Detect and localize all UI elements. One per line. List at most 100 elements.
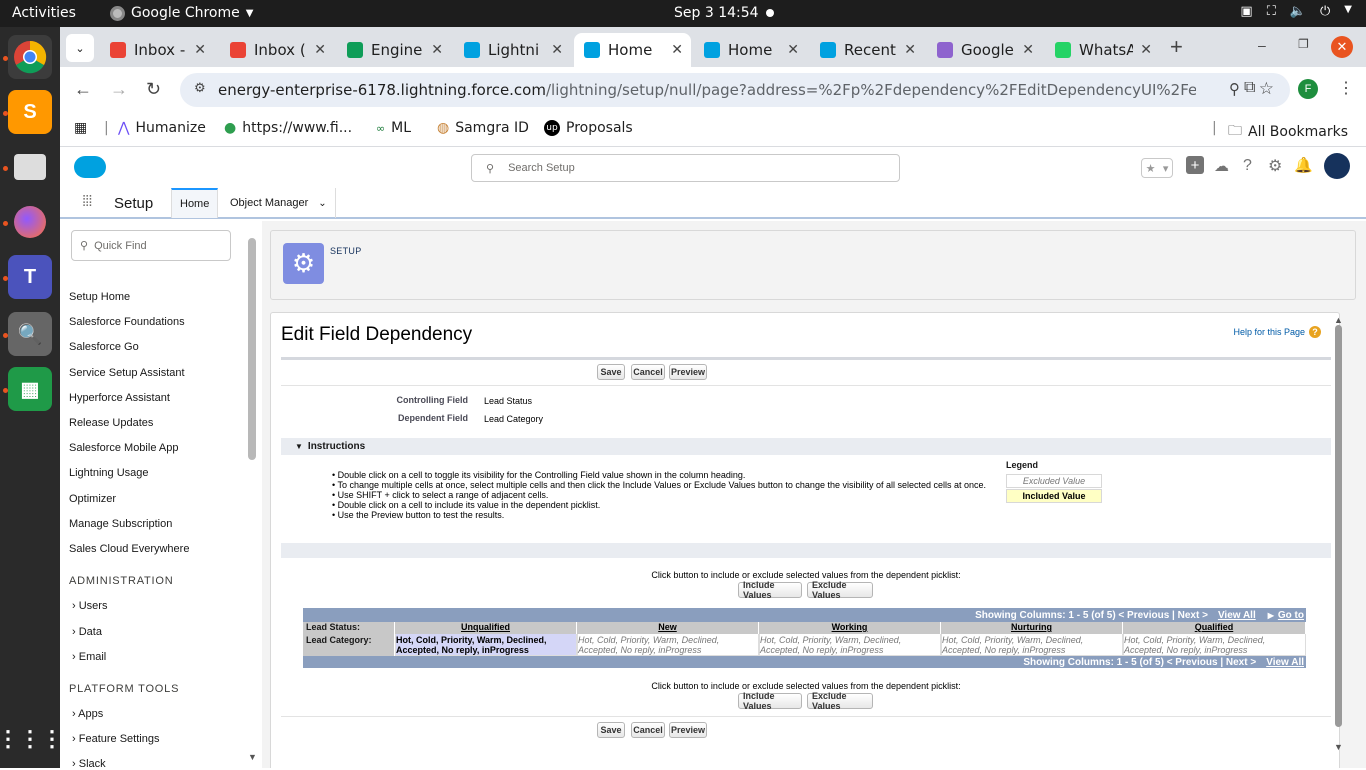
- column-header[interactable]: Working: [759, 622, 941, 634]
- include-values-button[interactable]: Include Values: [738, 580, 802, 600]
- column-header[interactable]: Nurturing: [941, 622, 1123, 634]
- files-dock-icon[interactable]: [8, 145, 52, 189]
- reload-button[interactable]: ↻: [146, 79, 161, 100]
- sidebar-scrollbar[interactable]: [248, 238, 256, 460]
- instructions-header[interactable]: ▼ Instructions: [281, 438, 1331, 455]
- close-tab-icon[interactable]: ✕: [787, 42, 799, 58]
- view-all-link[interactable]: View All: [1218, 610, 1256, 621]
- close-tab-icon[interactable]: ✕: [1022, 42, 1034, 58]
- exclude-values-button[interactable]: Exclude Values: [807, 691, 873, 711]
- browser-tab[interactable]: WhatsA ✕: [1045, 33, 1160, 67]
- close-tab-icon[interactable]: ✕: [1140, 42, 1152, 58]
- matrix-cell[interactable]: Hot, Cold, Priority, Warm, Declined, Acc…: [577, 634, 759, 656]
- profile-avatar[interactable]: F: [1298, 79, 1318, 99]
- sidebar-item[interactable]: Salesforce Go: [69, 341, 139, 353]
- content-scrollbar[interactable]: [1335, 325, 1342, 727]
- column-header[interactable]: Unqualified: [395, 622, 577, 634]
- close-tab-icon[interactable]: ✕: [431, 42, 443, 58]
- sublime-dock-icon[interactable]: S: [8, 90, 52, 134]
- bookmark-humanize[interactable]: ⋀ Humanize: [118, 120, 206, 136]
- chevron-down-icon[interactable]: ⌄: [318, 198, 326, 209]
- close-window-button[interactable]: ✕: [1331, 36, 1353, 58]
- app-launcher-icon[interactable]: ⁞⁞⁞: [82, 193, 92, 210]
- extensions-icon[interactable]: ⧉: [1244, 79, 1255, 97]
- cancel-button[interactable]: Cancel: [631, 722, 665, 738]
- volume-icon[interactable]: 🔈: [1290, 4, 1306, 19]
- more-menu-icon[interactable]: ⋮: [1338, 78, 1354, 98]
- quick-find-input[interactable]: ⚲ Quick Find: [71, 230, 231, 261]
- clock[interactable]: Sep 3 14:54: [674, 5, 759, 21]
- site-info-icon[interactable]: ⚙: [194, 81, 206, 96]
- matrix-cell[interactable]: Hot, Cold, Priority, Warm, Declined, Acc…: [1123, 634, 1306, 656]
- forward-button[interactable]: →: [110, 79, 128, 100]
- save-button[interactable]: Save: [597, 364, 625, 380]
- save-button[interactable]: Save: [597, 722, 625, 738]
- sidebar-item[interactable]: Release Updates: [69, 417, 153, 429]
- back-button[interactable]: ←: [74, 79, 92, 100]
- view-all-link[interactable]: View All: [1266, 657, 1304, 668]
- sidebar-item[interactable]: Optimizer: [69, 493, 116, 505]
- calc-dock-icon[interactable]: ▦: [8, 367, 52, 411]
- exclude-values-button[interactable]: Exclude Values: [807, 580, 873, 600]
- teams-dock-icon[interactable]: T: [8, 255, 52, 299]
- network-icon[interactable]: ⛶: [1267, 4, 1276, 19]
- cancel-button[interactable]: Cancel: [631, 364, 665, 380]
- pagination-text[interactable]: Showing Columns: 1 - 5 (of 5) < Previous…: [1023, 657, 1256, 668]
- browser-tab[interactable]: Lightni ✕: [454, 33, 571, 67]
- browser-tab[interactable]: Home ✕: [574, 33, 691, 67]
- go-to-link[interactable]: Go to: [1278, 610, 1304, 621]
- notifications-bell-icon[interactable]: 🔔: [1294, 156, 1313, 174]
- close-tab-icon[interactable]: ✕: [671, 42, 683, 58]
- help-link[interactable]: Help for this Page?: [1233, 326, 1321, 338]
- browser-tab[interactable]: Home ✕: [694, 33, 807, 67]
- close-tab-icon[interactable]: ✕: [551, 42, 563, 58]
- add-icon[interactable]: +: [1186, 156, 1204, 174]
- setup-gear-icon[interactable]: ⚙: [1268, 156, 1282, 176]
- column-header[interactable]: Qualified: [1123, 622, 1306, 634]
- matrix-cell[interactable]: Hot, Cold, Priority, Warm, Declined, Acc…: [395, 634, 577, 656]
- bookmark-samgra[interactable]: ◍ Samgra ID: [437, 120, 529, 136]
- sidebar-tree-item[interactable]: › Slack: [72, 758, 106, 770]
- sidebar-item[interactable]: Setup Home: [69, 291, 130, 303]
- tab-object-manager[interactable]: Object Manager ⌄: [222, 188, 336, 218]
- address-bar[interactable]: ⚙ energy-enterprise-6178.lightning.force…: [180, 73, 1290, 107]
- sidebar-item[interactable]: Manage Subscription: [69, 518, 172, 530]
- sidebar-item[interactable]: Hyperforce Assistant: [69, 392, 170, 404]
- sidebar-item[interactable]: Sales Cloud Everywhere: [69, 543, 189, 555]
- new-tab-button[interactable]: +: [1170, 34, 1183, 60]
- tab-home[interactable]: Home: [171, 188, 219, 218]
- preview-button[interactable]: Preview: [669, 722, 707, 738]
- star-icon[interactable]: ☆: [1259, 79, 1274, 99]
- browser-tab[interactable]: Google ✕: [927, 33, 1042, 67]
- sidebar-item[interactable]: Service Setup Assistant: [69, 367, 185, 379]
- trailhead-icon[interactable]: ☁: [1214, 157, 1229, 175]
- maximize-button[interactable]: ❐: [1298, 37, 1309, 51]
- sidebar-tree-item[interactable]: › Apps: [72, 708, 103, 720]
- sidebar-tree-item[interactable]: › Feature Settings: [72, 733, 159, 745]
- scroll-down-icon[interactable]: ▼: [248, 752, 257, 762]
- teams-tray-icon[interactable]: ▣: [1240, 4, 1252, 19]
- browser-tab[interactable]: Inbox (✕: [220, 33, 334, 67]
- bookmark-fi[interactable]: ● https://www.fi...: [224, 120, 352, 136]
- all-bookmarks[interactable]: 🗀 All Bookmarks: [1228, 120, 1348, 144]
- zoom-icon[interactable]: ⚲: [1229, 80, 1240, 98]
- app-grid-icon[interactable]: ⋮⋮⋮: [0, 717, 63, 761]
- user-avatar[interactable]: [1324, 153, 1350, 179]
- matrix-cell[interactable]: Hot, Cold, Priority, Warm, Declined, Acc…: [941, 634, 1123, 656]
- sidebar-tree-item[interactable]: › Users: [72, 600, 107, 612]
- tab-search-icon[interactable]: ⌄: [66, 34, 94, 62]
- include-values-button[interactable]: Include Values: [738, 691, 802, 711]
- favorites-button[interactable]: ★ ▾: [1141, 158, 1173, 178]
- close-tab-icon[interactable]: ✕: [904, 42, 916, 58]
- scroll-up-icon[interactable]: ▲: [1334, 315, 1343, 325]
- power-icon[interactable]: ⏻: [1320, 4, 1330, 19]
- sidebar-item[interactable]: Salesforce Foundations: [69, 316, 185, 328]
- bookmark-proposals[interactable]: up Proposals: [544, 120, 633, 136]
- close-tab-icon[interactable]: ✕: [194, 42, 206, 58]
- image-viewer-dock-icon[interactable]: 🔍: [8, 312, 52, 356]
- browser-tab[interactable]: Inbox - ✕: [100, 33, 214, 67]
- matrix-cell[interactable]: Hot, Cold, Priority, Warm, Declined, Acc…: [759, 634, 941, 656]
- apps-grid-icon[interactable]: ▦: [74, 120, 87, 136]
- pagination-text[interactable]: Showing Columns: 1 - 5 (of 5) < Previous…: [975, 610, 1208, 621]
- browser-tab[interactable]: Recent ✕: [810, 33, 924, 67]
